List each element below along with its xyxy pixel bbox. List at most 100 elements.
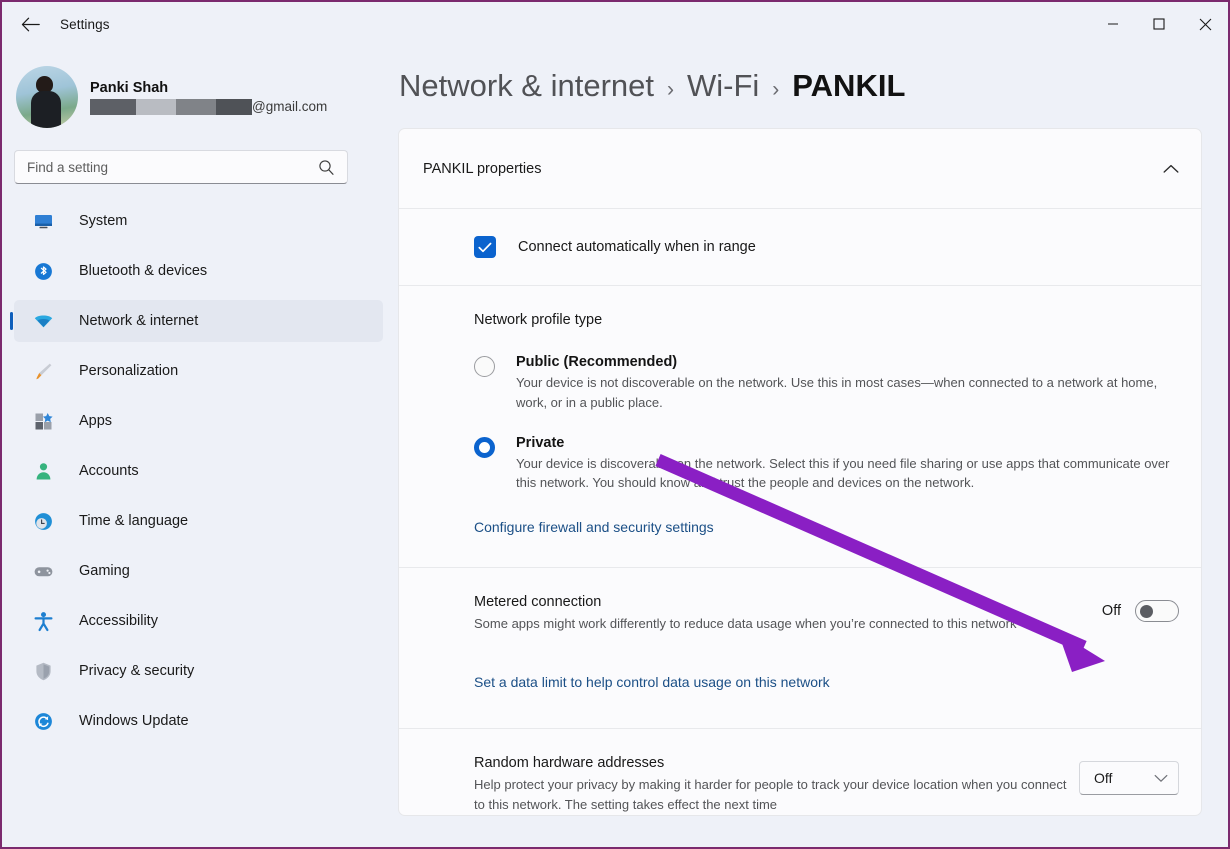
metered-connection-toggle[interactable] <box>1135 600 1179 622</box>
back-arrow-icon <box>21 17 40 32</box>
search-icon <box>318 159 347 176</box>
close-button[interactable] <box>1182 2 1228 46</box>
set-data-limit-link[interactable]: Set a data limit to help control data us… <box>474 674 830 690</box>
random-hardware-addresses-dropdown[interactable]: Off <box>1079 761 1179 795</box>
maximize-icon <box>1153 18 1165 30</box>
monitor-icon <box>30 211 56 232</box>
bluetooth-icon <box>30 261 56 282</box>
paintbrush-icon <box>30 361 56 382</box>
sidebar-item-windows-update[interactable]: Windows Update <box>14 700 383 742</box>
breadcrumb-item-current: PANKIL <box>792 68 905 104</box>
sidebar-item-label: System <box>79 213 127 229</box>
radio-private-description: Your device is discoverable on the netwo… <box>516 454 1179 494</box>
breadcrumb: Network & internet › Wi-Fi › PANKIL <box>395 46 1228 104</box>
shield-icon <box>30 661 56 682</box>
toggle-knob <box>1140 605 1153 618</box>
metered-connection-title: Metered connection <box>474 594 1102 610</box>
title-bar: Settings <box>2 2 1228 46</box>
avatar-body <box>31 91 61 128</box>
sidebar-item-network-internet[interactable]: Network & internet <box>14 300 383 342</box>
radio-public[interactable] <box>474 356 495 377</box>
breadcrumb-separator: › <box>772 78 779 102</box>
random-hardware-addresses-title: Random hardware addresses <box>474 755 1079 771</box>
radio-private-text: Private Your device is discoverable on t… <box>516 435 1179 494</box>
sidebar-item-time-language[interactable]: Time & language <box>14 500 383 542</box>
close-icon <box>1199 18 1212 31</box>
apps-icon <box>30 411 56 432</box>
breadcrumb-item-wifi[interactable]: Wi-Fi <box>687 68 759 104</box>
maximize-button[interactable] <box>1136 2 1182 46</box>
metered-connection-description: Some apps might work differently to redu… <box>474 614 1074 634</box>
sidebar-item-label: Accounts <box>79 463 139 479</box>
radio-private[interactable] <box>474 437 495 458</box>
sidebar-item-personalization[interactable]: Personalization <box>14 350 383 392</box>
connect-automatically-checkbox[interactable] <box>474 236 496 258</box>
sidebar-item-label: Apps <box>79 413 112 429</box>
network-profile-option-public[interactable]: Public (Recommended) Your device is not … <box>474 354 1179 413</box>
avatar <box>16 66 78 128</box>
radio-private-label: Private <box>516 435 1179 451</box>
sidebar-nav: System Bluetooth & devices <box>2 200 395 742</box>
main-content: Network & internet › Wi-Fi › PANKIL PANK… <box>395 46 1228 847</box>
sidebar-item-label: Bluetooth & devices <box>79 263 207 279</box>
sidebar-item-accounts[interactable]: Accounts <box>14 450 383 492</box>
page-title: PANKIL properties <box>423 161 541 177</box>
random-hardware-addresses-row: Random hardware addresses Help protect y… <box>399 729 1201 815</box>
sidebar-item-label: Personalization <box>79 363 178 379</box>
sidebar-item-bluetooth-devices[interactable]: Bluetooth & devices <box>14 250 383 292</box>
data-limit-link-row: Set a data limit to help control data us… <box>399 650 1201 728</box>
radio-public-description: Your device is not discoverable on the n… <box>516 373 1179 413</box>
sidebar-item-label: Gaming <box>79 563 130 579</box>
properties-card: PANKIL properties Connect automatically … <box>398 128 1202 816</box>
breadcrumb-separator: › <box>667 78 674 102</box>
sidebar-item-privacy-security[interactable]: Privacy & security <box>14 650 383 692</box>
metered-connection-control: Off <box>1102 600 1179 622</box>
account-email-suffix: @gmail.com <box>252 99 327 116</box>
search-input[interactable] <box>15 151 318 183</box>
sidebar-item-apps[interactable]: Apps <box>14 400 383 442</box>
email-redaction <box>90 99 252 115</box>
network-profile-option-private[interactable]: Private Your device is discoverable on t… <box>474 435 1179 494</box>
random-hardware-addresses-control: Off <box>1079 761 1179 795</box>
minimize-icon <box>1107 18 1119 30</box>
sidebar-item-label: Accessibility <box>79 613 158 629</box>
firewall-link-row: Configure firewall and security settings <box>399 515 1201 567</box>
person-icon <box>30 461 56 482</box>
connect-automatically-row: Connect automatically when in range <box>399 209 1201 285</box>
window-title: Settings <box>60 17 110 32</box>
chevron-up-icon[interactable] <box>1163 164 1179 174</box>
settings-window: Settings <box>0 0 1230 849</box>
sidebar-item-gaming[interactable]: Gaming <box>14 550 383 592</box>
sidebar-item-label: Time & language <box>79 513 188 529</box>
breadcrumb-item-network[interactable]: Network & internet <box>399 68 654 104</box>
accessibility-icon <box>30 611 56 632</box>
chevron-down-icon <box>1154 774 1168 783</box>
sidebar-item-accessibility[interactable]: Accessibility <box>14 600 383 642</box>
gamepad-icon <box>30 561 56 582</box>
account-block[interactable]: Panki Shah @gmail.com <box>2 46 395 130</box>
random-hardware-addresses-description: Help protect your privacy by making it h… <box>474 775 1074 815</box>
card-header[interactable]: PANKIL properties <box>399 129 1201 208</box>
connect-automatically-label: Connect automatically when in range <box>518 239 756 255</box>
search-box[interactable] <box>14 150 348 184</box>
sidebar-item-system[interactable]: System <box>14 200 383 242</box>
network-profile-section: Network profile type Public (Recommended… <box>399 286 1201 493</box>
metered-connection-state: Off <box>1102 603 1121 619</box>
account-name: Panki Shah <box>90 79 327 97</box>
back-button[interactable] <box>10 8 50 40</box>
wifi-icon <box>30 311 56 332</box>
sidebar-item-label: Privacy & security <box>79 663 194 679</box>
window-controls <box>1090 2 1228 46</box>
configure-firewall-link[interactable]: Configure firewall and security settings <box>474 519 714 535</box>
metered-connection-text: Metered connection Some apps might work … <box>474 594 1102 634</box>
sidebar-item-label: Windows Update <box>79 713 189 729</box>
random-hardware-addresses-text: Random hardware addresses Help protect y… <box>474 755 1079 815</box>
minimize-button[interactable] <box>1090 2 1136 46</box>
account-email: @gmail.com <box>90 99 327 116</box>
account-text: Panki Shah @gmail.com <box>90 79 327 116</box>
check-icon <box>478 242 492 253</box>
sidebar: Panki Shah @gmail.com <box>2 46 395 847</box>
metered-connection-row: Metered connection Some apps might work … <box>399 568 1201 650</box>
clock-icon <box>30 511 56 532</box>
radio-public-text: Public (Recommended) Your device is not … <box>516 354 1179 413</box>
